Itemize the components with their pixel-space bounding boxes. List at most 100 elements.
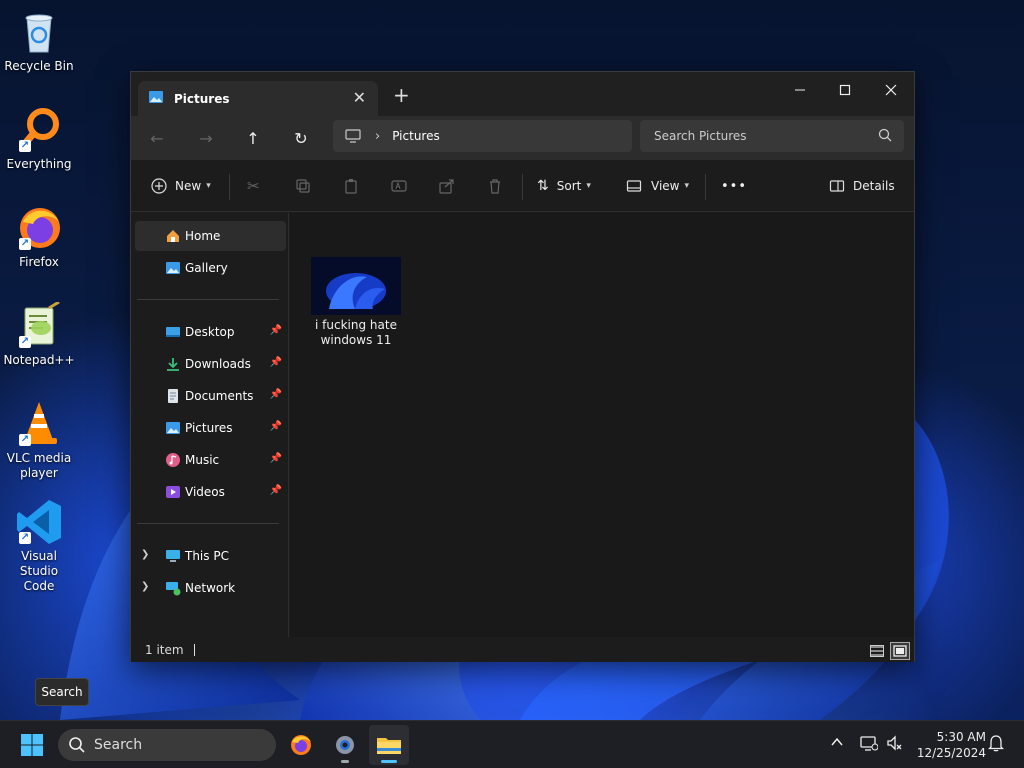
tab-close-icon[interactable]: ✕ <box>353 88 366 107</box>
search-placeholder: Search Pictures <box>654 129 747 143</box>
document-icon <box>168 389 178 403</box>
cut-button[interactable]: ✂ <box>247 174 260 198</box>
sort-label: Sort <box>556 179 582 193</box>
sidebar-item-documents[interactable]: Documents 📌 <box>135 381 286 411</box>
divider <box>137 299 279 300</box>
new-tab-button[interactable]: + <box>393 83 410 107</box>
gallery-icon <box>166 262 180 274</box>
shortcut-arrow-icon: ↗ <box>19 238 31 250</box>
sidebar-item-home[interactable]: Home <box>135 221 286 251</box>
more-options-button[interactable]: ••• <box>721 174 747 198</box>
show-hidden-icons-button[interactable] <box>830 735 844 752</box>
sidebar-item-label: Network <box>185 581 236 595</box>
minimize-icon <box>795 89 805 91</box>
shortcut-arrow-icon: ↗ <box>19 140 31 152</box>
desktop-icon-recycle-bin[interactable]: Recycle Bin <box>0 8 79 74</box>
taskbar-search-box[interactable]: Search <box>58 729 276 761</box>
close-button[interactable] <box>868 76 914 104</box>
sidebar-item-label: Documents <box>185 389 254 403</box>
taskbar-firefox[interactable] <box>281 725 321 765</box>
pin-icon[interactable]: 📌 <box>270 357 282 368</box>
desktop-icon-everything[interactable]: ↗ Everything <box>0 106 79 172</box>
title-bar[interactable]: Pictures ✕ + <box>131 72 914 116</box>
share-button[interactable] <box>439 174 455 198</box>
sidebar-item-gallery[interactable]: Gallery <box>135 253 286 283</box>
pin-icon[interactable]: 📌 <box>270 389 282 400</box>
sidebar-item-label: Desktop <box>185 325 235 339</box>
sidebar-item-music[interactable]: Music 📌 <box>135 445 286 475</box>
shortcut-arrow-icon: ↗ <box>19 336 31 348</box>
new-button[interactable]: New ▾ <box>151 174 211 198</box>
maximize-button[interactable] <box>822 76 868 104</box>
sidebar-item-this-pc[interactable]: ❯ This PC <box>135 541 286 571</box>
system-clock[interactable]: 5:30 AM 12/25/2024 <box>910 729 986 761</box>
breadcrumb-pictures[interactable]: Pictures <box>392 129 440 143</box>
vscode-icon: ↗ <box>15 498 63 546</box>
scissors-icon: ✂ <box>247 177 260 195</box>
pin-icon[interactable]: 📌 <box>270 325 282 336</box>
file-list-pane[interactable]: i fucking hate windows 11 <box>290 213 914 637</box>
pin-icon[interactable]: 📌 <box>270 485 282 496</box>
rename-button[interactable] <box>391 174 407 198</box>
sidebar-item-videos[interactable]: Videos 📌 <box>135 477 286 507</box>
desktop-icon-notepadpp[interactable]: ↗ Notepad++ <box>0 300 79 368</box>
clock-date: 12/25/2024 <box>916 746 986 760</box>
desktop-icon-vlc[interactable]: ↗ VLC media player <box>0 400 79 481</box>
pictures-icon <box>166 422 180 434</box>
chevron-down-icon: ▾ <box>586 181 591 191</box>
file-name: i fucking hate windows 11 <box>315 318 397 347</box>
search-pictures-input[interactable]: Search Pictures <box>640 120 904 152</box>
notifications-button[interactable] <box>987 734 1005 755</box>
tab-label: Pictures <box>174 91 230 106</box>
navigation-bar: ← → ↑ ↻ › Pictures Search Pictures <box>131 116 914 160</box>
taskbar-settings[interactable] <box>325 725 365 765</box>
taskbar-file-explorer[interactable] <box>369 725 409 765</box>
sidebar-item-label: Home <box>185 229 221 243</box>
desktop-icon-firefox[interactable]: ↗ Firefox <box>0 204 79 270</box>
sidebar-item-network[interactable]: ❯ Network <box>135 573 286 603</box>
sort-button[interactable]: ⇅ Sort ▾ <box>537 174 591 198</box>
sidebar-item-label: Music <box>185 453 220 467</box>
chevron-right-icon[interactable]: ❯ <box>141 581 149 592</box>
tab-pictures[interactable]: Pictures ✕ <box>138 81 378 116</box>
details-view-toggle[interactable] <box>867 642 887 660</box>
sidebar-item-pictures[interactable]: Pictures 📌 <box>135 413 286 443</box>
arrow-right-icon: → <box>199 128 213 148</box>
divider <box>705 174 706 200</box>
sidebar-item-desktop[interactable]: Desktop 📌 <box>135 317 286 347</box>
divider <box>229 174 230 200</box>
delete-button[interactable] <box>487 174 503 198</box>
pin-icon[interactable]: 📌 <box>270 453 282 464</box>
minimize-button[interactable] <box>777 76 823 104</box>
view-button[interactable]: View ▾ <box>626 174 689 198</box>
bell-icon <box>987 735 1005 752</box>
chevron-down-icon: ▾ <box>684 181 690 191</box>
command-bar: New ▾ ✂ ⇅ Sort ▾ View ▾ ••• Details <box>131 160 914 212</box>
shortcut-arrow-icon: ↗ <box>19 532 31 544</box>
trash-icon <box>490 179 500 194</box>
sidebar-item-downloads[interactable]: Downloads 📌 <box>135 349 286 379</box>
chevron-right-icon[interactable]: ❯ <box>141 549 149 560</box>
paste-button[interactable] <box>343 174 359 198</box>
details-pane-button[interactable]: Details <box>829 174 895 198</box>
copy-button[interactable] <box>295 174 311 198</box>
up-button[interactable]: ↑ <box>241 126 265 150</box>
active-indicator <box>381 760 397 763</box>
back-button[interactable]: ← <box>145 126 169 150</box>
address-bar[interactable]: › Pictures <box>333 120 632 152</box>
download-arrow-icon <box>167 358 179 371</box>
monitor-icon <box>345 129 361 143</box>
file-explorer-window[interactable]: Pictures ✕ + ← → ↑ ↻ › Pictures Search P… <box>130 71 915 662</box>
desktop-icon-vscode[interactable]: ↗ Visual Studio Code <box>0 498 79 594</box>
tiles-view-toggle[interactable] <box>890 642 910 660</box>
file-item[interactable]: i fucking hate windows 11 <box>310 257 402 348</box>
pin-icon[interactable]: 📌 <box>270 421 282 432</box>
music-icon <box>166 453 180 467</box>
forward-button[interactable]: → <box>194 126 218 150</box>
volume-button[interactable] <box>886 735 904 754</box>
network-status-button[interactable] <box>860 735 879 754</box>
plus-circle-icon <box>151 178 167 194</box>
clipboard-icon <box>345 179 357 194</box>
refresh-button[interactable]: ↻ <box>289 126 313 150</box>
start-button[interactable] <box>12 725 52 765</box>
